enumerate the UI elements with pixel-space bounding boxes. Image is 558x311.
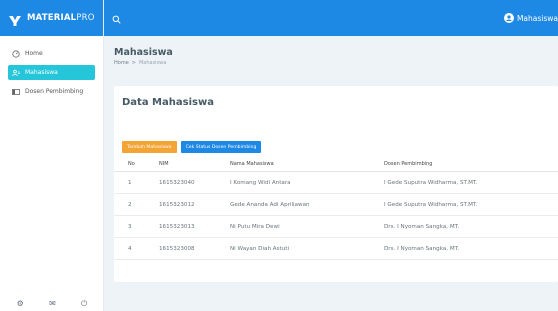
table-row[interactable]: 4 1615323008 Ni Wayan Diah Astuti Drs. I… [114, 238, 558, 260]
sidebar-item-home[interactable]: Home [8, 46, 95, 61]
table-row[interactable]: 1 1615323040 I Komang Widi Antara I Gede… [114, 172, 558, 194]
power-icon[interactable]: ⏻ [81, 299, 87, 309]
breadcrumb-home[interactable]: Home [114, 60, 129, 66]
cell-name: Ni Putu Mira Dewi [230, 223, 280, 230]
sidebar: MATERIALPRO Home Mahasiswa Dosen Pembimb… [0, 0, 104, 311]
avatar [503, 13, 514, 23]
table-row[interactable]: 2 1615323012 Gede Ananda Adi Apriliawan … [114, 194, 558, 216]
sidebar-item-label: Mahasiswa [25, 69, 58, 76]
search-icon[interactable] [112, 9, 121, 28]
breadcrumb-current: Mahasiswa [138, 60, 167, 66]
cell-nim: 1615323013 [159, 223, 195, 230]
column-header-name[interactable]: Nama Mahasiswa [230, 161, 274, 167]
cell-no: 3 [128, 223, 132, 230]
sidebar-item-dosen-pembimbing[interactable]: Dosen Pembimbing [8, 84, 95, 99]
users-icon [12, 69, 20, 77]
sidebar-item-label: Dosen Pembimbing [25, 88, 84, 95]
cell-no: 1 [128, 179, 132, 186]
sidebar-footer: ⚙ ✉ ⏻ [0, 299, 104, 309]
cell-dosen: Drs. I Nyoman Sangka, MT. [384, 245, 460, 252]
user-name: Mahasiswa [516, 13, 558, 23]
card-title: Data Mahasiswa [122, 97, 214, 108]
table-icon [12, 88, 20, 96]
brand[interactable]: MATERIALPRO [0, 0, 103, 36]
cell-name: Ni Wayan Diah Astuti [230, 245, 290, 252]
settings-icon[interactable]: ⚙ [17, 299, 24, 309]
table-row[interactable]: 3 1615323013 Ni Putu Mira Dewi Drs. I Ny… [114, 216, 558, 238]
logo-icon [8, 12, 22, 26]
column-header-dosen[interactable]: Dosen Pembimbing [384, 161, 432, 167]
action-buttons: Tambah Mahasiswa Cek Status Dosen Pembim… [122, 141, 262, 153]
check-dosen-status-button[interactable]: Cek Status Dosen Pembimbing [180, 141, 262, 153]
topbar: Mahasiswa [104, 0, 558, 36]
cell-dosen: Drs. I Nyoman Sangka, MT. [384, 223, 460, 230]
breadcrumb: Home > Mahasiswa [114, 60, 166, 66]
sidebar-item-label: Home [25, 50, 43, 57]
sidebar-nav: Home Mahasiswa Dosen Pembimbing [0, 36, 103, 99]
cell-nim: 1615323040 [159, 179, 195, 186]
cell-nim: 1615323008 [159, 245, 195, 252]
column-header-nim[interactable]: NIM [159, 161, 169, 167]
brand-name-bold: MATERIAL [27, 13, 77, 23]
brand-name-thin: PRO [76, 13, 95, 23]
brand-name: MATERIALPRO [27, 13, 95, 23]
mahasiswa-table: No NIM Nama Mahasiswa Dosen Pembimbing 1… [114, 156, 558, 260]
user-menu[interactable]: Mahasiswa [503, 13, 558, 23]
cell-no: 2 [128, 201, 132, 208]
gauge-icon [12, 49, 20, 58]
cell-name: I Komang Widi Antara [230, 179, 291, 186]
cell-dosen: I Gede Suputra Widharma, ST.MT. [384, 179, 478, 186]
data-card: Data Mahasiswa Tambah Mahasiswa Cek Stat… [114, 86, 558, 282]
sidebar-item-mahasiswa[interactable]: Mahasiswa [8, 65, 95, 80]
cell-name: Gede Ananda Adi Apriliawan [230, 201, 310, 208]
cell-nim: 1615323012 [159, 201, 195, 208]
page-title: Mahasiswa [114, 47, 173, 58]
mail-icon[interactable]: ✉ [49, 299, 56, 309]
breadcrumb-separator: > [131, 60, 136, 66]
add-mahasiswa-button[interactable]: Tambah Mahasiswa [122, 141, 177, 153]
table-header: No NIM Nama Mahasiswa Dosen Pembimbing [114, 156, 558, 172]
cell-dosen: I Gede Suputra Widharma, ST.MT. [384, 201, 478, 208]
column-header-no[interactable]: No [128, 161, 135, 167]
cell-no: 4 [128, 245, 132, 252]
